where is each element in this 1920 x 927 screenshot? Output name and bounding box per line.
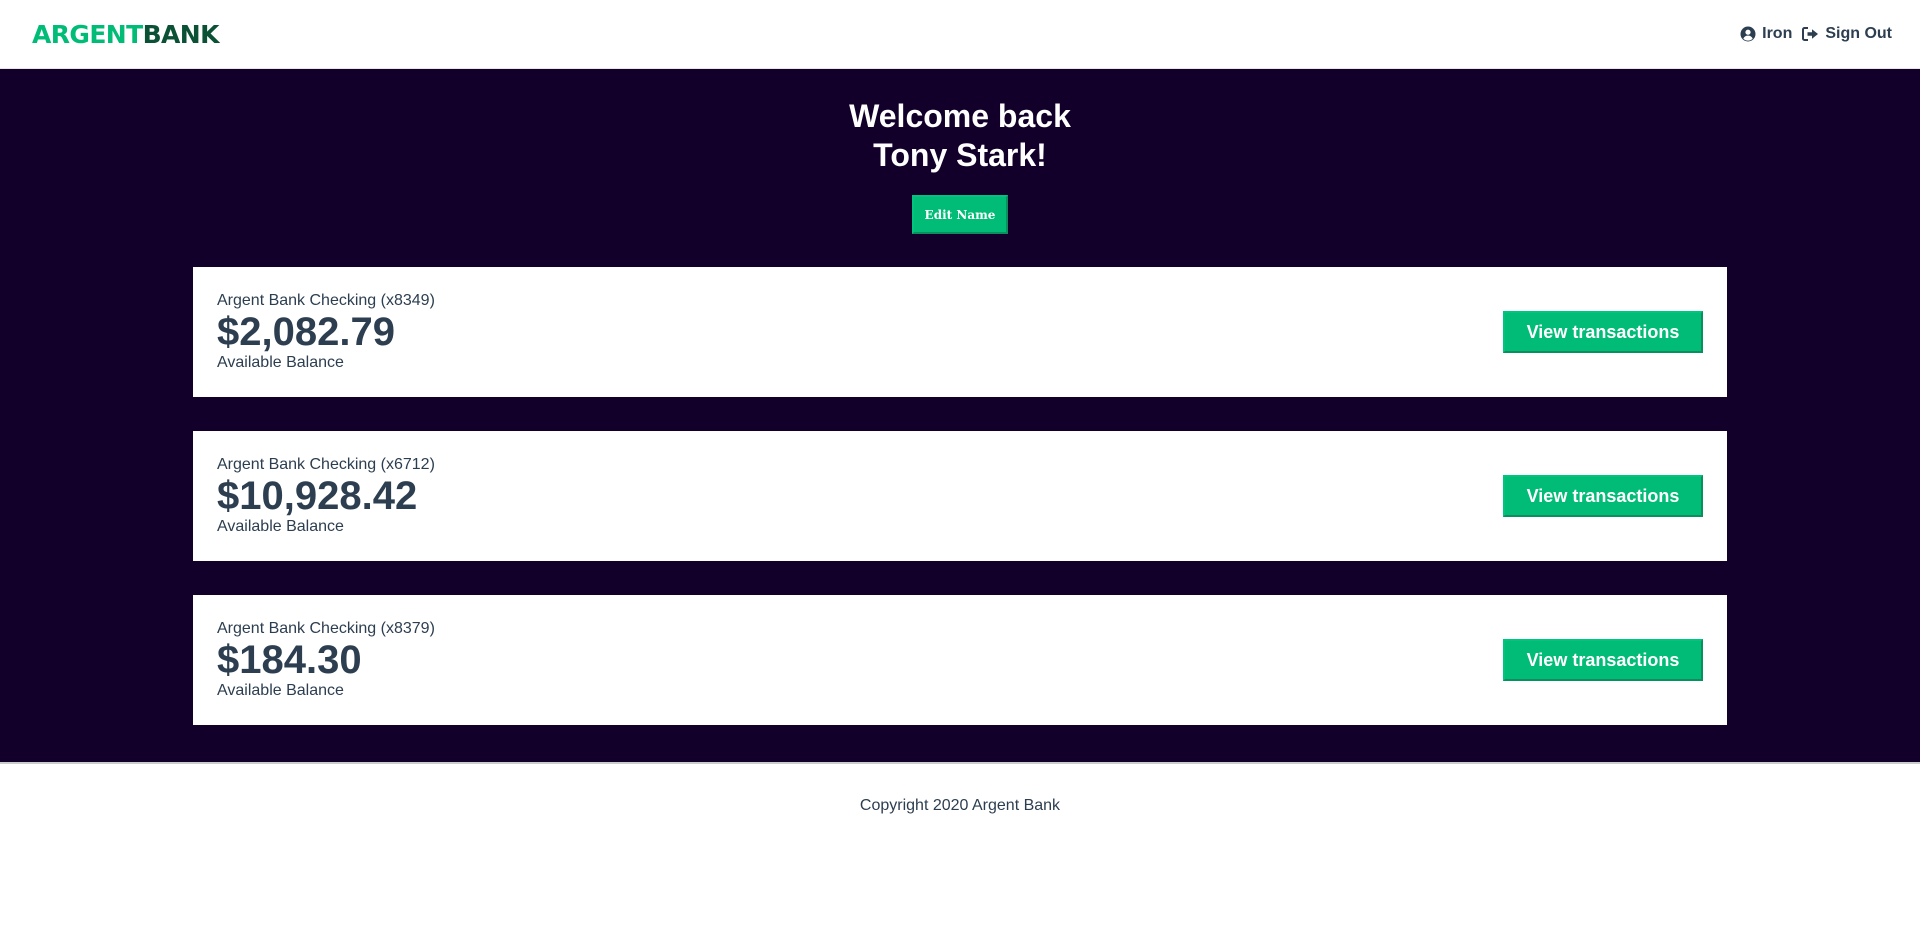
logo-text-argent: ARGENT (32, 19, 143, 49)
main-content: Welcome back Tony Stark! Edit Name Argen… (0, 69, 1920, 762)
logo-text-bank: BANK (142, 19, 220, 49)
account-amount-description: Available Balance (217, 518, 344, 535)
account-amount: $184.30 (217, 638, 362, 682)
account-info: Argent Bank Checking (x8379) $184.30 Ava… (217, 620, 435, 700)
account-amount-description: Available Balance (217, 354, 344, 371)
accounts-list: Argent Bank Checking (x8349) $2,082.79 A… (0, 267, 1920, 725)
sign-out-link[interactable]: Sign Out (1802, 25, 1892, 43)
account-title: Argent Bank Checking (x8349) (217, 292, 435, 309)
account-amount: $10,928.42 (217, 474, 418, 518)
user-profile-link[interactable]: Iron (1740, 25, 1792, 43)
edit-name-button[interactable]: Edit Name (911, 195, 1009, 234)
footer: Copyright 2020 Argent Bank (0, 762, 1920, 927)
user-circle-icon (1740, 26, 1756, 42)
account-card-x8349: Argent Bank Checking (x8349) $2,082.79 A… (193, 267, 1727, 397)
account-info: Argent Bank Checking (x8349) $2,082.79 A… (217, 292, 435, 372)
view-transactions-button[interactable]: View transactions (1503, 639, 1703, 681)
view-transactions-button[interactable]: View transactions (1503, 311, 1703, 353)
account-info: Argent Bank Checking (x6712) $10,928.42 … (217, 456, 435, 536)
account-card-x8379: Argent Bank Checking (x8379) $184.30 Ava… (193, 595, 1727, 725)
account-title: Argent Bank Checking (x8379) (217, 620, 435, 637)
sign-out-label: Sign Out (1825, 25, 1892, 42)
argent-bank-logo[interactable]: ARGENT BANK (32, 20, 219, 49)
account-amount: $2,082.79 (217, 310, 395, 354)
user-name-label: Iron (1762, 25, 1793, 42)
welcome-user-name: Tony Stark! (873, 137, 1047, 173)
view-transactions-button[interactable]: View transactions (1503, 475, 1703, 517)
nav-user-area: Iron Sign Out (1740, 25, 1892, 43)
copyright-text: Copyright 2020 Argent Bank (859, 797, 1061, 814)
account-title: Argent Bank Checking (x6712) (217, 456, 435, 473)
main-nav: ARGENT BANK Iron Sign Out (0, 0, 1920, 69)
welcome-header: Welcome back Tony Stark! Edit Name (0, 97, 1920, 234)
welcome-title: Welcome back Tony Stark! (0, 97, 1920, 175)
account-amount-description: Available Balance (217, 682, 344, 699)
welcome-line-1: Welcome back (849, 98, 1071, 134)
account-card-x6712: Argent Bank Checking (x6712) $10,928.42 … (193, 431, 1727, 561)
sign-out-icon (1802, 26, 1819, 42)
